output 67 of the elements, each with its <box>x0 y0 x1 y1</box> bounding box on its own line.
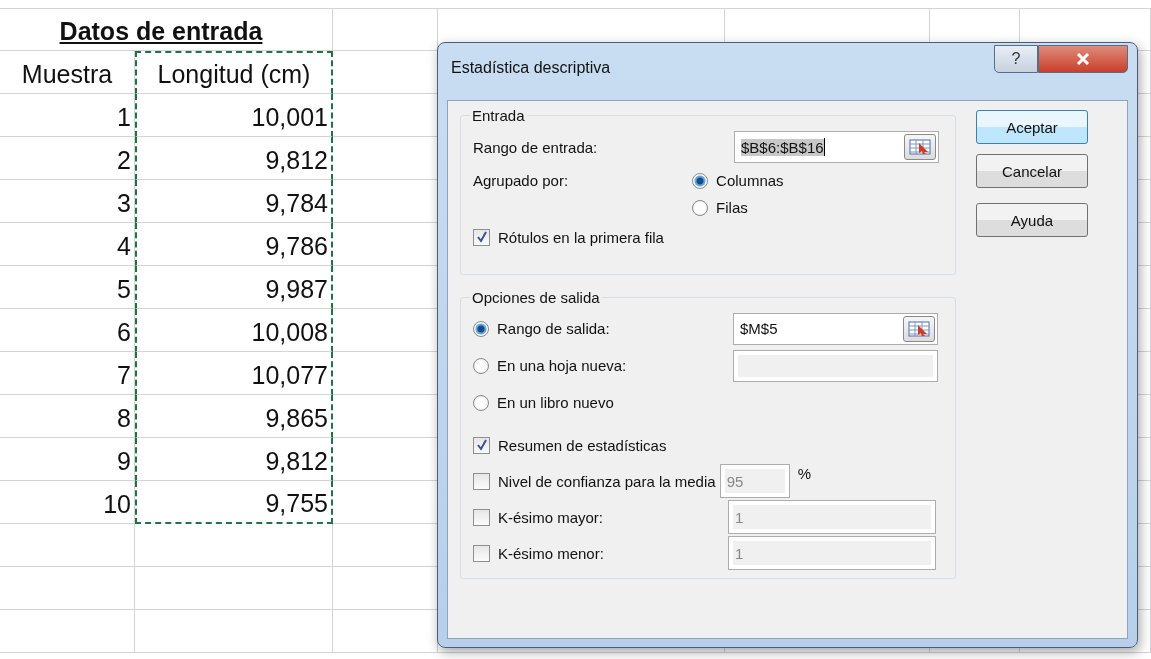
field-value: 95 <box>726 472 744 490</box>
checkbox-label: Rótulos en la primera fila <box>498 228 664 246</box>
radio-label: En un libro nuevo <box>497 394 614 411</box>
radio-label: Filas <box>716 199 748 216</box>
table-cell: 10,001 <box>135 94 333 137</box>
checkbox-label: K-ésimo menor: <box>498 544 605 562</box>
grid-arrow-icon <box>908 320 930 337</box>
close-icon <box>1076 53 1090 65</box>
radio-button[interactable] <box>692 172 709 189</box>
table-cell: 6 <box>0 309 135 352</box>
table-cell: 9,987 <box>135 266 333 309</box>
field-value: $B$6:$B$16 <box>741 138 824 156</box>
input-field[interactable]: $M$5 <box>733 312 938 345</box>
checkbox[interactable] <box>473 472 490 490</box>
table-cell: 9,865 <box>135 395 333 438</box>
table-cell: 9,786 <box>135 223 333 266</box>
radio-label: En una hoja nueva: <box>497 357 627 374</box>
sheet-title: Datos de entrada <box>59 17 263 46</box>
checkbox[interactable] <box>473 228 490 246</box>
field-label: Agrupado por: <box>473 172 569 189</box>
field-value: 1 <box>735 544 744 562</box>
table-cell: 9,812 <box>135 438 333 481</box>
checkbox-label: Nivel de confianza para la media <box>498 472 716 490</box>
input-field[interactable]: $B$6:$B$16 <box>734 131 939 163</box>
field-value: $M$5 <box>740 320 778 337</box>
dialog-button[interactable]: Aceptar <box>976 110 1088 144</box>
help-button[interactable]: ? <box>994 45 1038 73</box>
checkbox[interactable] <box>473 544 490 562</box>
table-cell: 1 <box>0 94 135 137</box>
checkbox-label: Resumen de estadísticas <box>498 436 667 454</box>
table-cell: 5 <box>0 266 135 309</box>
table-cell: 9,812 <box>135 137 333 180</box>
checkbox-label: K-ésimo mayor: <box>498 508 605 526</box>
table-cell: 4 <box>0 223 135 266</box>
table-cell: 10,077 <box>135 352 333 395</box>
table-cell: 2 <box>0 137 135 180</box>
group-title: Entrada <box>471 107 526 124</box>
dialog-button[interactable]: Cancelar <box>976 154 1088 188</box>
table-cell: 8 <box>0 395 135 438</box>
unit-label: % <box>797 465 811 482</box>
range-picker-button[interactable] <box>904 134 936 160</box>
group-title: Opciones de salida <box>471 289 601 306</box>
radio-button[interactable] <box>692 199 709 216</box>
column-header: Longitud (cm) <box>135 51 333 94</box>
dialog-button[interactable]: Ayuda <box>976 203 1088 237</box>
column-header: Muestra <box>0 51 135 94</box>
field-value: 1 <box>735 508 744 526</box>
table-cell: 9,755 <box>135 481 333 524</box>
checkbox[interactable] <box>473 508 490 526</box>
field-label: Rango de entrada: <box>473 138 598 156</box>
table-cell: 9 <box>0 438 135 481</box>
input-field[interactable] <box>733 349 938 382</box>
window-title: Estadística descriptiva <box>451 59 611 77</box>
range-picker-button[interactable] <box>903 315 935 342</box>
close-button[interactable] <box>1038 45 1128 73</box>
table-cell: 7 <box>0 352 135 395</box>
table-cell: 3 <box>0 180 135 223</box>
radio-button[interactable] <box>473 394 489 411</box>
table-cell: 10,008 <box>135 309 333 352</box>
radio-button[interactable] <box>473 357 489 374</box>
radio-label: Rango de salida: <box>497 320 610 337</box>
radio-label: Columnas <box>716 172 784 189</box>
checkbox[interactable] <box>473 436 490 454</box>
radio-button[interactable] <box>473 320 489 337</box>
table-cell: 10 <box>0 481 135 524</box>
grid-arrow-icon <box>909 139 931 155</box>
table-cell: 9,784 <box>135 180 333 223</box>
